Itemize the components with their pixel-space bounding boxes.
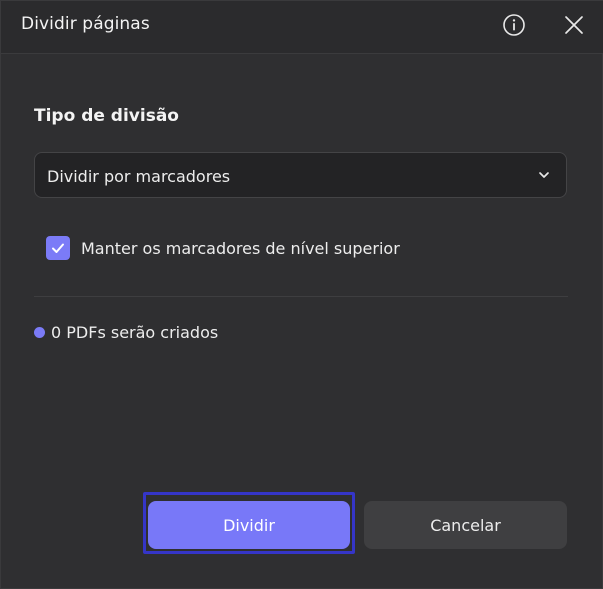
keep-top-level-bookmarks-option[interactable]: Manter os marcadores de nível superior	[46, 235, 400, 261]
cancel-button[interactable]: Cancelar	[364, 501, 567, 549]
split-pages-dialog: Dividir páginas Tipo de divisão Dividir …	[0, 0, 603, 589]
keep-top-level-bookmarks-label: Manter os marcadores de nível superior	[81, 238, 400, 258]
pdf-count-status: 0 PDFs serão criados	[34, 323, 218, 342]
checkmark-icon	[52, 243, 64, 253]
status-dot-icon	[34, 327, 45, 338]
dialog-title: Dividir páginas	[21, 14, 150, 34]
close-icon[interactable]	[561, 12, 587, 38]
split-button[interactable]: Dividir	[148, 501, 350, 549]
info-icon[interactable]	[501, 12, 527, 38]
split-type-label: Tipo de divisão	[34, 106, 179, 126]
dialog-titlebar: Dividir páginas	[1, 1, 603, 54]
pdf-count-text: 0 PDFs serão criados	[51, 323, 219, 342]
section-divider	[34, 296, 568, 297]
split-type-dropdown[interactable]: Dividir por marcadores	[34, 152, 567, 198]
chevron-down-icon	[536, 167, 552, 183]
split-type-selected-value: Dividir por marcadores	[47, 167, 231, 186]
keep-top-level-bookmarks-checkbox[interactable]	[46, 236, 70, 260]
